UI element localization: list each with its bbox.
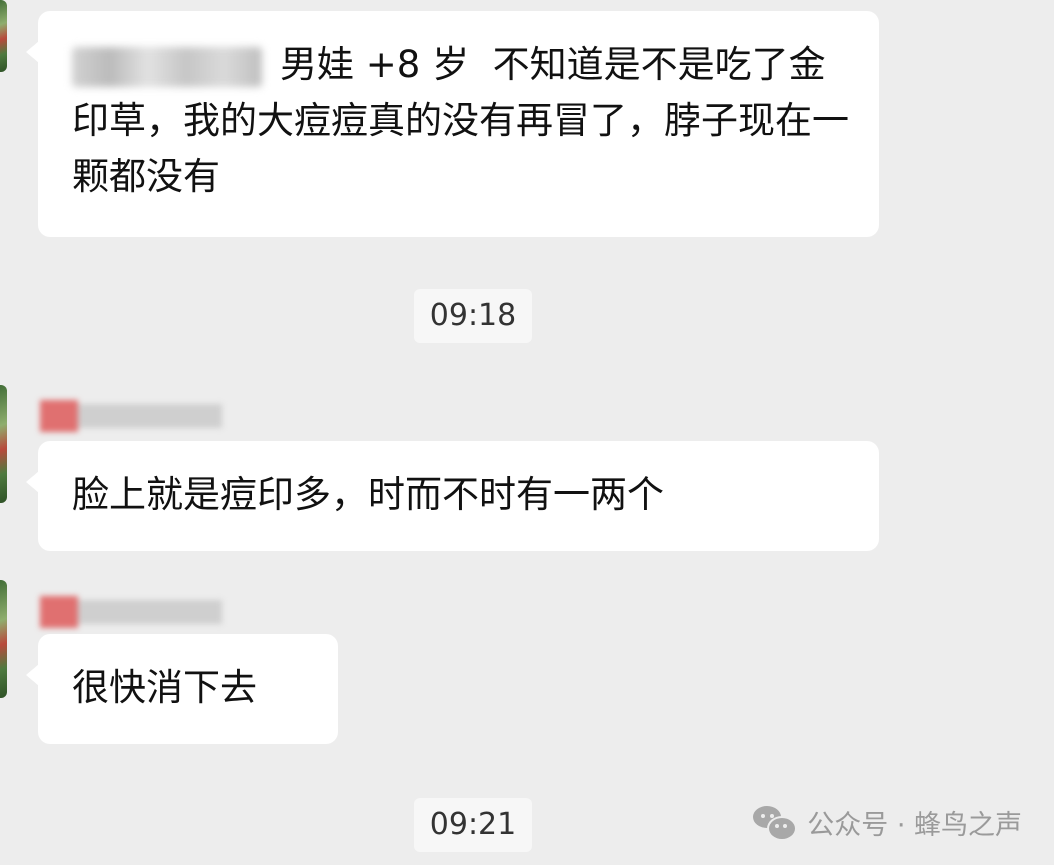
watermark: 公众号 · 蜂鸟之声: [753, 800, 1022, 844]
timestamp: 09:18: [414, 289, 532, 343]
message-text: 男娃 +8 岁 不知道是不是吃了金印草，我的大痘痘真的没有再冒了，脖子现在一颗都…: [72, 43, 849, 198]
message-bubble[interactable]: 男娃 +8 岁 不知道是不是吃了金印草，我的大痘痘真的没有再冒了，脖子现在一颗都…: [26, 11, 879, 237]
sender-name-redacted: [40, 596, 222, 628]
sender-avatar[interactable]: [0, 580, 7, 698]
message-text: 很快消下去: [72, 666, 257, 709]
message-bubble[interactable]: 很快消下去: [26, 634, 338, 744]
message-bubble[interactable]: 脸上就是痘印多，时而不时有一两个: [26, 441, 879, 551]
watermark-text: 公众号 · 蜂鸟之声: [807, 809, 1022, 841]
wechat-icon: [753, 804, 798, 841]
sender-avatar[interactable]: [0, 385, 7, 503]
redacted-text: [72, 46, 262, 87]
message-text: 脸上就是痘印多，时而不时有一两个: [72, 473, 664, 516]
sender-avatar[interactable]: [0, 0, 7, 72]
sender-name-redacted: [40, 400, 222, 432]
timestamp: 09:21: [414, 798, 532, 852]
